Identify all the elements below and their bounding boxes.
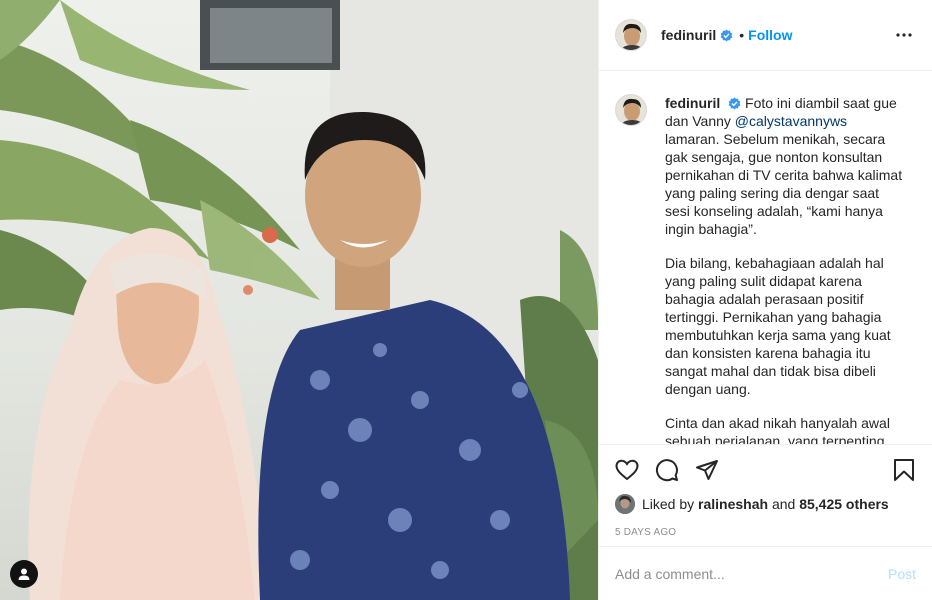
- liker-avatar-image: [615, 494, 635, 514]
- post-timestamp[interactable]: 5 DAYS AGO: [615, 527, 916, 538]
- photo-illustration: [0, 0, 598, 600]
- caption-username[interactable]: fedinuril: [665, 95, 720, 111]
- caption-paragraph-2: Dia bilang, kebahagiaan adalah hal yang …: [665, 255, 891, 397]
- verified-badge-icon: [720, 28, 733, 42]
- like-button[interactable]: [615, 458, 639, 482]
- user-tag-icon: [18, 568, 30, 580]
- post-header: fedinuril • Follow: [599, 0, 932, 71]
- caption-avatar[interactable]: [615, 94, 647, 126]
- add-comment-box: Post: [599, 546, 932, 600]
- comment-icon: [656, 459, 678, 482]
- comment-input[interactable]: [615, 565, 888, 582]
- likes-joiner: and: [771, 496, 796, 512]
- caption-text-part: lamaran. Sebelum menikah, secara gak sen…: [665, 131, 903, 237]
- author-avatar-image: [616, 20, 646, 50]
- comment-button[interactable]: [655, 458, 679, 482]
- caption-text: fedinuril Foto ini diambil saat gue dan …: [665, 94, 903, 444]
- share-button[interactable]: [695, 458, 719, 482]
- likes-summary: Liked by ralineshah and 85,425 others: [615, 493, 916, 515]
- mention-link[interactable]: @calystavannyws: [735, 113, 847, 129]
- more-options-icon: [896, 33, 912, 37]
- caption-paragraph-1: fedinuril Foto ini diambil saat gue dan …: [665, 94, 903, 238]
- comments-section[interactable]: fedinuril Foto ini diambil saat gue dan …: [599, 72, 932, 444]
- save-button[interactable]: [892, 458, 916, 482]
- liked-by-label: Liked by: [642, 496, 695, 512]
- post-side-panel: fedinuril • Follow fedinuril Foto ini di…: [598, 0, 932, 600]
- author-username[interactable]: fedinuril: [661, 27, 716, 43]
- verified-badge-icon: [728, 97, 741, 110]
- likes-count[interactable]: 85,425 others: [799, 496, 889, 512]
- follow-button[interactable]: Follow: [748, 27, 792, 43]
- heart-icon: [615, 459, 639, 481]
- post-photo[interactable]: [0, 0, 598, 600]
- share-icon: [696, 460, 718, 480]
- more-options-button[interactable]: [892, 23, 916, 47]
- liker-avatar[interactable]: [615, 494, 635, 514]
- caption-paragraph-3: Cinta dan akad nikah hanyalah awal sebua…: [665, 415, 890, 444]
- separator-dot: •: [739, 27, 745, 43]
- caption: fedinuril Foto ini diambil saat gue dan …: [615, 94, 916, 444]
- action-bar: [615, 445, 916, 495]
- caption-avatar-image: [616, 95, 646, 125]
- bookmark-icon: [894, 459, 914, 481]
- author-avatar[interactable]: [615, 19, 647, 51]
- post-actions: Liked by ralineshah and 85,425 others 5 …: [599, 444, 932, 538]
- post-comment-button[interactable]: Post: [888, 566, 916, 582]
- liker-username[interactable]: ralineshah: [698, 496, 768, 512]
- user-tag-button[interactable]: [10, 560, 38, 588]
